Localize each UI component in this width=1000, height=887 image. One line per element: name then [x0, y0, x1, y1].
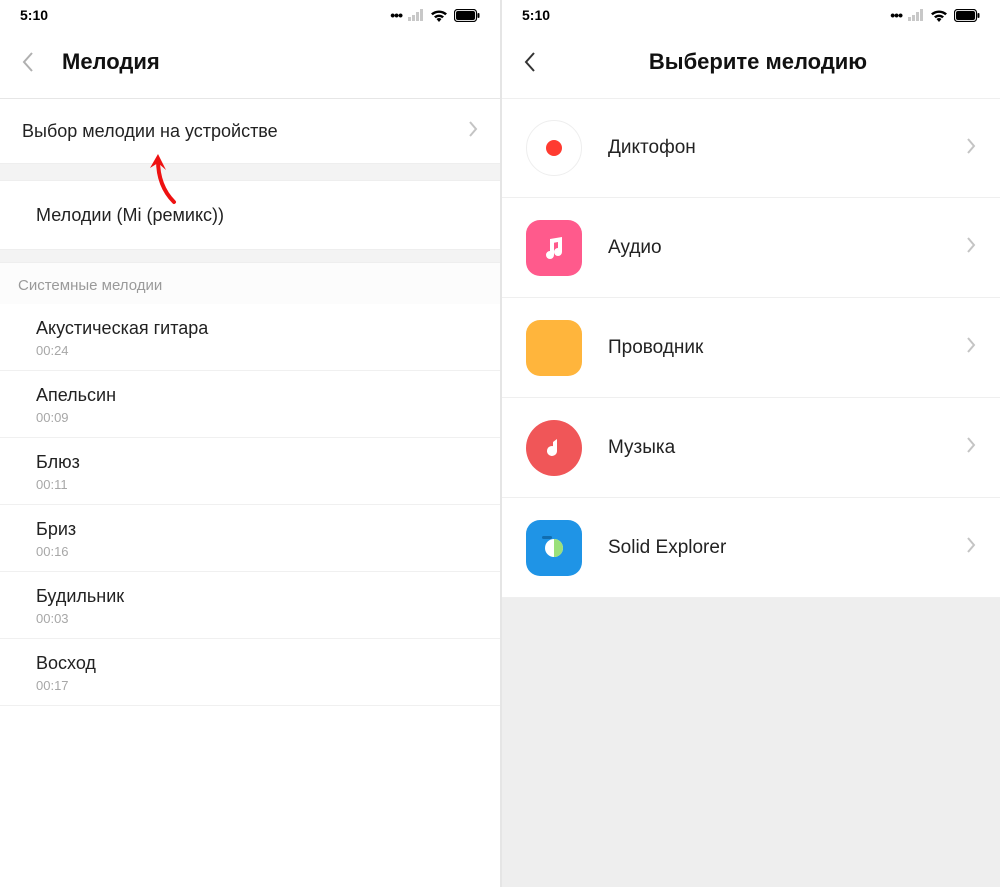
ringtone-list[interactable]: Акустическая гитара 00:24 Апельсин 00:09…: [0, 304, 500, 706]
recorder-icon: [526, 120, 582, 176]
status-icons: •••: [390, 7, 480, 23]
source-label: Диктофон: [608, 137, 966, 159]
row-label: Выбор мелодии на устройстве: [22, 121, 468, 142]
status-icons: •••: [890, 7, 980, 23]
chevron-left-icon: [21, 51, 35, 73]
back-button[interactable]: [18, 52, 38, 72]
source-list-container: Диктофон Аудио Проводник: [502, 98, 1000, 887]
screen-choose-source: 5:10 ••• Выберите мелодию: [500, 0, 1000, 887]
row-mi-remix[interactable]: Мелодии (Mi (ремикс)): [0, 181, 500, 249]
screen-melody: 5:10 ••• Мелодия Выбор мелоди: [0, 0, 500, 887]
ringtone-item[interactable]: Будильник 00:03: [0, 572, 500, 639]
signal-icon: [908, 9, 924, 21]
signal-icon: [408, 9, 424, 21]
chevron-right-icon: [468, 120, 478, 143]
ringtone-duration: 00:09: [36, 410, 478, 425]
ringtone-item[interactable]: Апельсин 00:09: [0, 371, 500, 438]
source-row-recorder[interactable]: Диктофон: [502, 98, 1000, 198]
ringtone-duration: 00:03: [36, 611, 478, 626]
folder-icon: [526, 320, 582, 376]
source-row-files[interactable]: Проводник: [502, 298, 1000, 398]
status-time: 5:10: [522, 7, 550, 23]
chevron-right-icon: [966, 137, 976, 160]
wifi-icon: [430, 9, 448, 22]
back-button[interactable]: [520, 52, 540, 72]
source-row-audio[interactable]: Аудио: [502, 198, 1000, 298]
chevron-right-icon: [966, 236, 976, 259]
ringtone-name: Апельсин: [36, 385, 478, 406]
status-time: 5:10: [20, 7, 48, 23]
chevron-right-icon: [966, 336, 976, 359]
source-label: Проводник: [608, 337, 966, 359]
ringtone-name: Бриз: [36, 519, 478, 540]
solid-explorer-icon: [526, 520, 582, 576]
music-icon: [526, 420, 582, 476]
ringtone-duration: 00:17: [36, 678, 478, 693]
ringtone-duration: 00:24: [36, 343, 478, 358]
section-gap: [0, 163, 500, 181]
section-gap: [0, 249, 500, 263]
chevron-right-icon: [966, 536, 976, 559]
ringtone-item[interactable]: Восход 00:17: [0, 639, 500, 706]
source-label: Музыка: [608, 437, 966, 459]
status-bar: 5:10 •••: [0, 0, 500, 26]
source-label: Solid Explorer: [608, 537, 966, 559]
ringtone-duration: 00:11: [36, 477, 478, 492]
chevron-right-icon: [966, 436, 976, 459]
page-title: Мелодия: [62, 49, 160, 75]
battery-icon: [454, 9, 480, 22]
more-dots-icon: •••: [390, 7, 402, 23]
row-pick-on-device[interactable]: Выбор мелодии на устройстве: [0, 99, 500, 163]
ringtone-duration: 00:16: [36, 544, 478, 559]
source-label: Аудио: [608, 237, 966, 259]
source-row-solid-explorer[interactable]: Solid Explorer: [502, 498, 1000, 598]
ringtone-name: Блюз: [36, 452, 478, 473]
wifi-icon: [930, 9, 948, 22]
ringtone-item[interactable]: Блюз 00:11: [0, 438, 500, 505]
header: Мелодия: [0, 26, 500, 98]
ringtone-item[interactable]: Акустическая гитара 00:24: [0, 304, 500, 371]
header: Выберите мелодию: [502, 26, 1000, 98]
source-row-music[interactable]: Музыка: [502, 398, 1000, 498]
ringtone-item[interactable]: Бриз 00:16: [0, 505, 500, 572]
ringtone-name: Восход: [36, 653, 478, 674]
ringtone-name: Будильник: [36, 586, 478, 607]
ringtone-name: Акустическая гитара: [36, 318, 478, 339]
source-list: Диктофон Аудио Проводник: [502, 98, 1000, 598]
row-label: Мелодии (Mi (ремикс)): [22, 205, 478, 226]
more-dots-icon: •••: [890, 7, 902, 23]
section-header-system: Системные мелодии: [0, 263, 500, 304]
chevron-left-icon: [523, 51, 537, 73]
audio-icon: [526, 220, 582, 276]
battery-icon: [954, 9, 980, 22]
status-bar: 5:10 •••: [502, 0, 1000, 26]
page-title: Выберите мелодию: [564, 49, 982, 75]
